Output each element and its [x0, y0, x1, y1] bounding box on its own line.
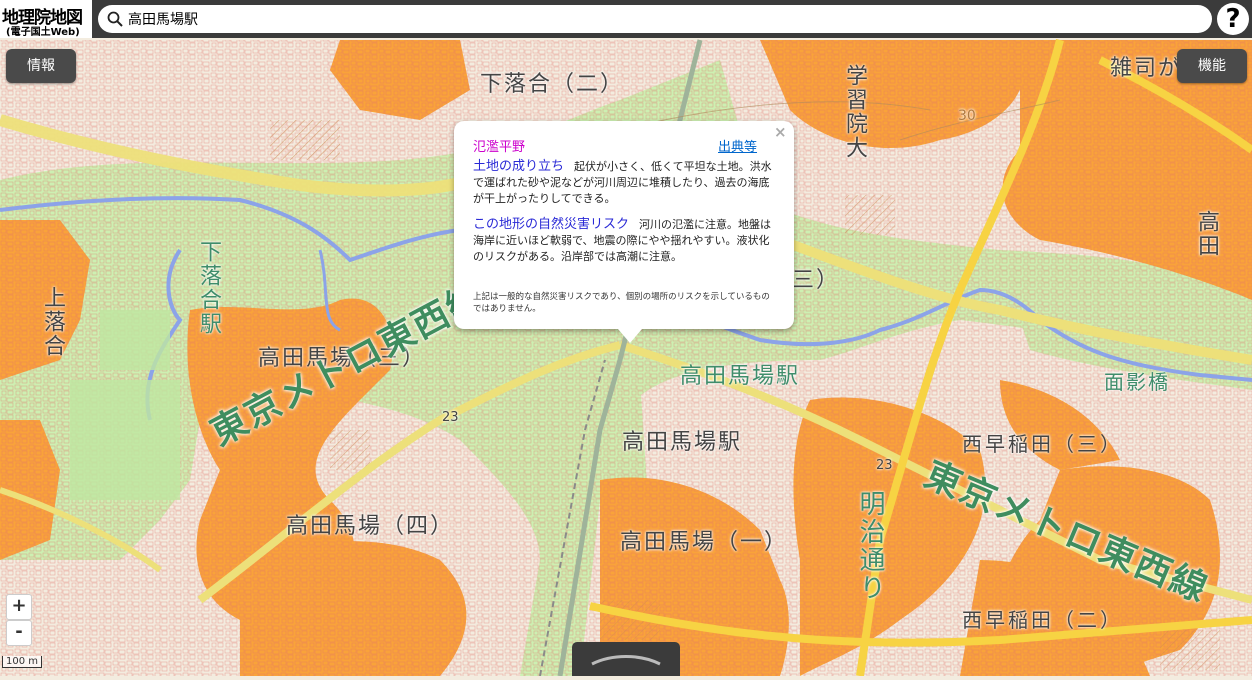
search-input[interactable] [128, 9, 1188, 29]
map-label-contour-30: 30 [958, 108, 976, 124]
map-label-meiji-dori: 明治通り [855, 490, 885, 602]
popup-pointer [618, 329, 642, 343]
help-button[interactable]: ? [1217, 3, 1249, 35]
top-bar: 地理院地図 (電子国土Web) ? [0, 0, 1252, 38]
map-label-san-paren: 三） [792, 268, 841, 293]
map-label-zoshigaya: 雑司が [1110, 56, 1183, 81]
zoom-out-button[interactable]: - [6, 620, 32, 646]
map-label-takadanobaba-station-green: 高田馬場駅 [680, 364, 801, 389]
logo-subtitle: (電子国土Web) [6, 27, 80, 38]
map-label-nishiwaseda-2: 西早稲田（二） [962, 608, 1123, 632]
map-label-omokagebashi: 面影橋 [1104, 370, 1170, 394]
search-box[interactable] [98, 5, 1212, 33]
info-popup: × 氾濫平野 出典等 土地の成り立ち 起伏が小さく、低くて平坦な土地。洪水で運ばれ… [454, 121, 794, 343]
app-logo[interactable]: 地理院地図 (電子国土Web) [0, 0, 92, 38]
map-label-takata-right: 高田 [1194, 210, 1219, 258]
source-link[interactable]: 出典等 [718, 136, 757, 155]
info-button[interactable]: 情報 [6, 49, 76, 83]
map-label-route-23-a: 23 [442, 410, 459, 425]
map-label-shimo-ochiai-station: 下落合駅 [196, 240, 221, 336]
map-label-takadanobaba-1: 高田馬場（一） [620, 530, 789, 555]
zoom-in-button[interactable]: + [6, 594, 32, 620]
scale-bar: 100 m [2, 656, 43, 668]
origin-heading: 土地の成り立ち [473, 159, 565, 174]
function-button[interactable]: 機能 [1177, 49, 1247, 83]
popup-title: 氾濫平野 [473, 140, 526, 155]
popup-note: 上記は一般的な自然災害リスクであり、個別の場所のリスクを示しているものではありま… [473, 292, 770, 314]
map-label-shimoochiai-2: 下落合（二） [480, 72, 625, 97]
search-icon[interactable] [107, 11, 123, 27]
origin-section: 土地の成り立ち 起伏が小さく、低くて平坦な土地。洪水で運ばれた砂や泥などが河川周辺… [473, 159, 773, 207]
risk-section: この地形の自然災害リスク 河川の氾濫に注意。地盤は海岸に近いほど軟弱で、地震の際に… [473, 217, 773, 265]
bottom-panel-toggle[interactable] [572, 642, 680, 676]
risk-heading: この地形の自然災害リスク [473, 217, 630, 232]
close-icon[interactable]: × [774, 123, 787, 141]
map-label-takadanobaba-station: 高田馬場駅 [622, 430, 743, 455]
map-label-gakushuin: 学習院大 [842, 64, 867, 160]
map-label-route-23-b: 23 [876, 458, 893, 473]
map-label-nishiwaseda-3: 西早稲田（三） [962, 432, 1123, 456]
chevron-up-icon [591, 655, 661, 666]
map-label-takadanobaba-4: 高田馬場（四） [286, 514, 455, 539]
map-label-kami-ochiai: 上落合 [40, 286, 65, 358]
